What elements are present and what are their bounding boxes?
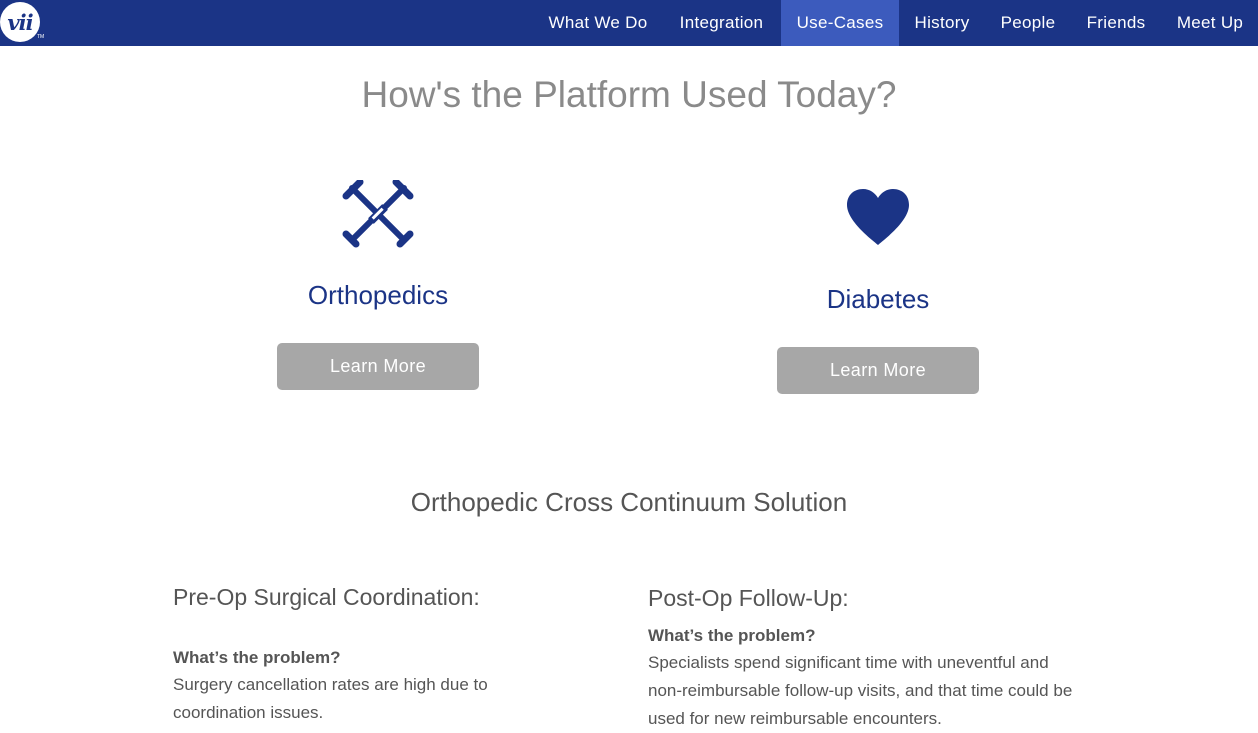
pre-op-problem-text: Surgery cancellation rates are high due … bbox=[173, 675, 488, 722]
section-title: Orthopedic Cross Continuum Solution bbox=[410, 487, 848, 517]
nav-item-friends[interactable]: Friends bbox=[1072, 0, 1160, 46]
nav-item-history[interactable]: History bbox=[901, 0, 983, 46]
nav-item-label: Integration bbox=[679, 13, 764, 32]
page-title: How's the Platform Used Today? bbox=[361, 74, 897, 115]
nav-item-use-cases[interactable]: Use-Cases bbox=[781, 0, 899, 46]
vii-logo[interactable]: vii bbox=[0, 2, 40, 42]
post-op-heading: Post-Op Follow-Up: bbox=[648, 585, 849, 611]
heart-icon bbox=[845, 188, 911, 246]
logo-trademark: TM bbox=[37, 34, 45, 40]
nav-item-label: Meet Up bbox=[1176, 13, 1244, 32]
nav-item-label: Friends bbox=[1086, 13, 1146, 32]
pre-op-heading: Pre-Op Surgical Coordination: bbox=[173, 584, 480, 610]
diabetes-title: Diabetes bbox=[826, 284, 930, 314]
orthopedics-learn-more-button[interactable]: Learn More bbox=[277, 343, 479, 390]
nav-item-integration[interactable]: Integration bbox=[664, 0, 779, 46]
nav-item-label: Use-Cases bbox=[796, 13, 884, 32]
nav-item-label: People bbox=[1000, 13, 1056, 32]
nav-item-what-we-do[interactable]: What We Do bbox=[534, 0, 662, 46]
top-navbar: vii TM What We Do Integration Use-Cases … bbox=[0, 0, 1258, 46]
nav-item-meet-up[interactable]: Meet Up bbox=[1162, 0, 1258, 46]
nav-item-label: What We Do bbox=[548, 13, 648, 32]
orthopedics-title: Orthopedics bbox=[307, 280, 449, 310]
nav-item-people[interactable]: People bbox=[986, 0, 1070, 46]
logo-text: vii bbox=[7, 9, 33, 35]
crutches-icon bbox=[342, 178, 414, 248]
pre-op-problem-label: What’s the problem? bbox=[173, 648, 341, 667]
diabetes-learn-more-button[interactable]: Learn More bbox=[777, 347, 979, 394]
post-op-problem-label: What’s the problem? bbox=[648, 626, 816, 645]
post-op-problem-text: Specialists spend significant time with … bbox=[648, 653, 1073, 728]
nav-item-label: History bbox=[914, 13, 970, 32]
